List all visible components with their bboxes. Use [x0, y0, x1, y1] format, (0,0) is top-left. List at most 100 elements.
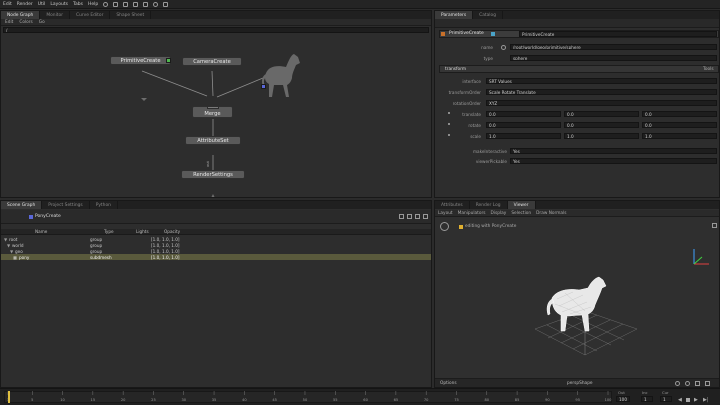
row-name: world — [12, 242, 24, 248]
viewport-3d[interactable] — [525, 271, 645, 361]
column-name[interactable]: Name — [35, 229, 47, 234]
pin-icon[interactable] — [712, 223, 717, 228]
column-type[interactable]: Type — [104, 229, 114, 234]
timeline-tick-label: 80 — [484, 398, 489, 402]
tab-render-log[interactable]: Render Log — [470, 201, 508, 209]
tab-python[interactable]: Python — [90, 201, 118, 209]
tab-attributes[interactable]: Attributes — [435, 201, 470, 209]
current-frame-marker[interactable] — [8, 391, 10, 403]
scene-graph-tabbar: Scene Graph Project Settings Python — [1, 201, 431, 209]
timeline-tick-label: 100 — [605, 398, 612, 402]
node-attribute-set[interactable]: AttributeSet — [185, 136, 241, 145]
viewer-settings-icon[interactable] — [440, 222, 449, 231]
tab-parameters[interactable]: Parameters — [435, 11, 474, 19]
rotate-y-field[interactable]: 0.0 — [564, 122, 639, 128]
timeline-tick-label: 75 — [454, 398, 459, 402]
menu-edit[interactable]: Edit — [3, 2, 12, 7]
viewer-camera-name[interactable]: perspShape — [567, 381, 593, 386]
render-icon[interactable] — [103, 1, 109, 7]
table-row[interactable]: ▦ pony subdmesh [1.0, 1.0, 1.0] — [1, 254, 431, 260]
menu-render[interactable]: Render — [17, 2, 33, 7]
param-label-make-interactive: makeInteractive — [472, 149, 507, 154]
timeline-tick-label: 40 — [242, 398, 247, 402]
param-transform-order-dropdown[interactable]: Scale Rotate Translate — [486, 89, 717, 95]
stop-icon[interactable] — [686, 398, 690, 402]
expand-icon[interactable]: ▼ — [4, 237, 7, 242]
translate-z-field[interactable]: 0.0 — [642, 111, 717, 117]
param-make-interactive-dropdown[interactable]: Yes — [510, 148, 717, 154]
collapse-icon[interactable] — [441, 32, 445, 36]
viewer-menu-draw-normals[interactable]: Draw Normals — [536, 211, 566, 216]
visibility-icon[interactable] — [399, 214, 404, 219]
section-tools-menu[interactable]: Tools — [703, 67, 714, 72]
node-render-settings[interactable]: RenderSettings — [181, 170, 245, 179]
tab-project-settings[interactable]: Project Settings — [42, 201, 90, 209]
layout-toggle-icon[interactable] — [705, 381, 710, 386]
layout-icon[interactable] — [163, 1, 169, 7]
rotate-x-field[interactable]: 0.0 — [486, 122, 561, 128]
expand-icon[interactable]: ▼ — [10, 249, 13, 254]
viewer-menu-selection[interactable]: Selection — [511, 211, 531, 216]
column-lights[interactable]: Lights — [136, 229, 149, 234]
tab-scene-graph[interactable]: Scene Graph — [1, 201, 43, 209]
param-type-dropdown[interactable]: sphere — [510, 55, 717, 61]
play-backward-icon[interactable]: ◀ — [678, 397, 682, 403]
expand-icon[interactable] — [448, 123, 450, 125]
wireframe-icon[interactable] — [685, 381, 690, 386]
node-primitive-create[interactable]: PrimitiveCreate — [110, 56, 171, 65]
viewer-options-menu[interactable]: Options — [440, 381, 457, 386]
timeline-out-field[interactable]: 100 — [616, 396, 630, 402]
rotate-z-field[interactable]: 0.0 — [642, 122, 717, 128]
expand-all-icon[interactable] — [415, 214, 420, 219]
user-icon[interactable] — [153, 1, 159, 7]
column-opacity[interactable]: Opacity — [164, 229, 180, 234]
tab-catalog[interactable]: Catalog — [473, 11, 504, 19]
shading-icon[interactable] — [675, 381, 680, 386]
row-name: root — [9, 236, 18, 242]
link-camera-merge — [211, 70, 214, 97]
play-forward-icon[interactable]: ▶ — [694, 397, 698, 403]
tab-viewer[interactable]: Viewer — [507, 201, 536, 209]
menu-layouts[interactable]: Layouts — [50, 2, 68, 7]
menu-util[interactable]: Util — [38, 2, 46, 7]
collapse-all-icon[interactable] — [407, 214, 412, 219]
param-name-field[interactable]: /root/world/geo/primitive/sphere — [510, 44, 717, 50]
node-name-field[interactable]: PrimitiveCreate — [519, 31, 717, 37]
preview-render-icon[interactable] — [113, 1, 119, 7]
translate-x-field[interactable]: 0.0 — [486, 111, 561, 117]
expand-icon[interactable]: ▼ — [7, 243, 10, 248]
expand-icon[interactable] — [448, 134, 450, 136]
timeline-cur-field[interactable]: 1 — [660, 396, 672, 402]
disk-render-icon[interactable] — [133, 1, 139, 7]
viewer-menu-layout[interactable]: Layout — [438, 211, 453, 216]
menu-tabs[interactable]: Tabs — [73, 2, 83, 7]
param-interface-dropdown[interactable]: SRT Values — [486, 78, 717, 84]
timeline-tick-label: 10 — [60, 398, 65, 402]
grid-toggle-icon[interactable] — [695, 381, 700, 386]
translate-y-field[interactable]: 0.0 — [564, 111, 639, 117]
param-rotation-order-dropdown[interactable]: XYZ — [486, 100, 717, 106]
viewer-menu-manipulators[interactable]: Manipulators — [458, 211, 486, 216]
param-label-rotation-order: rotationOrder — [452, 101, 481, 106]
viewer-menu-display[interactable]: Display — [490, 211, 506, 216]
scale-y-field[interactable]: 1.0 — [564, 133, 639, 139]
expand-icon[interactable] — [448, 112, 450, 114]
merge-input-port[interactable] — [207, 106, 219, 109]
scale-z-field[interactable]: 1.0 — [642, 133, 717, 139]
scale-x-field[interactable]: 1.0 — [486, 133, 561, 139]
timeline[interactable]: 1510152025303540455055606570758085909510… — [0, 388, 720, 405]
step-forward-icon[interactable]: ▶| — [703, 397, 709, 403]
pony-node-icon[interactable] — [257, 51, 303, 103]
pony-node-flag-icon[interactable] — [261, 84, 266, 89]
timeline-inc-field[interactable]: 1 — [641, 396, 653, 402]
live-render-icon[interactable] — [123, 1, 129, 7]
menu-help[interactable]: Help — [88, 2, 98, 7]
viewer-editing-label: editing with PonyCreate — [465, 224, 517, 229]
param-viewer-pickable-dropdown[interactable]: Yes — [510, 158, 717, 164]
lock-icon[interactable] — [143, 1, 149, 7]
section-transform[interactable] — [439, 65, 719, 73]
gear-icon[interactable] — [501, 45, 506, 50]
node-flag-icon[interactable] — [166, 58, 171, 63]
node-camera-create[interactable]: CameraCreate — [182, 57, 242, 66]
options-icon[interactable] — [423, 214, 428, 219]
